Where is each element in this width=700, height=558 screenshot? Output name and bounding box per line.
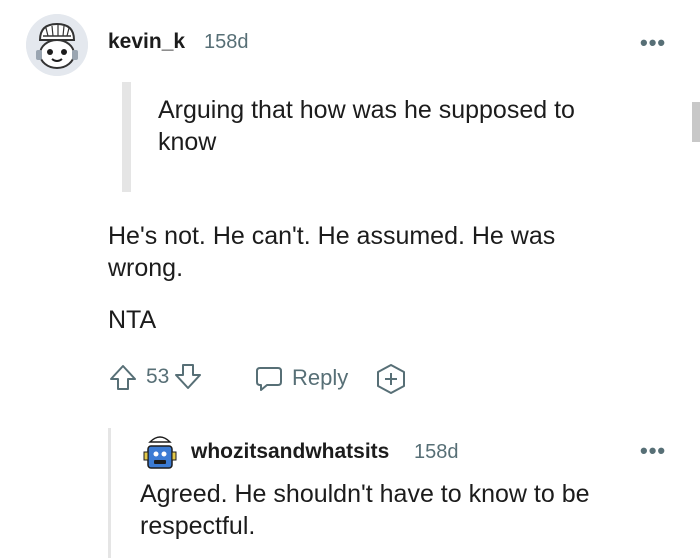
reply-username[interactable]: whozitsandwhatsits <box>191 440 389 464</box>
comment-timestamp[interactable]: 158d <box>204 31 249 54</box>
vote-score: 53 <box>146 365 170 388</box>
thread-line[interactable] <box>108 428 111 558</box>
reply-more-icon[interactable]: ••• <box>640 438 666 464</box>
user-avatar[interactable] <box>26 14 88 76</box>
reply-body: Agreed. He shouldn't have to know to be … <box>140 480 590 540</box>
vote-group: 53 <box>108 362 203 392</box>
reply-button[interactable]: Reply <box>254 363 348 393</box>
quoted-text: Arguing that how was he supposed to know <box>158 96 575 156</box>
comment-body: He's not. He can't. He assumed. He was w… <box>108 222 556 282</box>
comment-username[interactable]: kevin_k <box>108 30 185 54</box>
reply-label: Reply <box>292 365 349 390</box>
reply-timestamp[interactable]: 158d <box>414 441 459 464</box>
reply-icon <box>254 363 284 393</box>
scrollbar-thumb[interactable] <box>692 102 700 142</box>
reply-avatar[interactable] <box>142 432 178 472</box>
quote-bar <box>122 82 131 192</box>
upvote-icon[interactable] <box>108 362 138 392</box>
more-icon[interactable]: ••• <box>640 30 666 56</box>
downvote-icon[interactable] <box>173 362 203 392</box>
award-icon[interactable] <box>374 363 408 400</box>
comment-verdict: NTA <box>108 306 157 334</box>
